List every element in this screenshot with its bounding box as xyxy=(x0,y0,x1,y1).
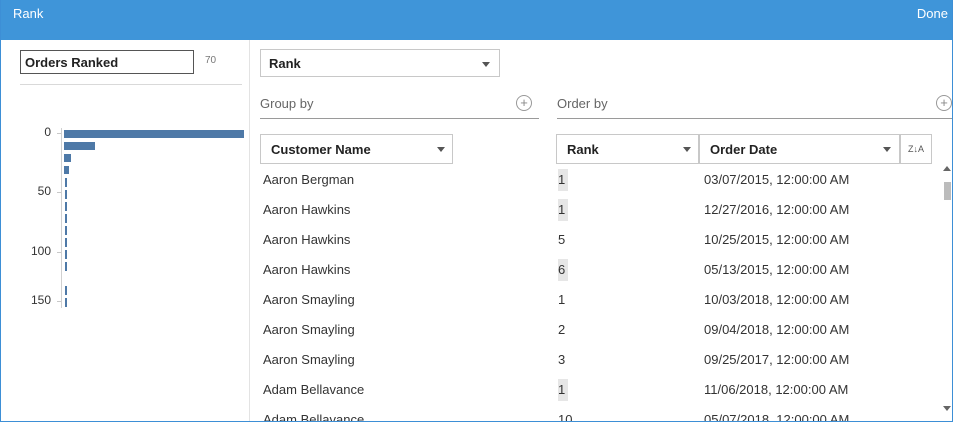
axis-tick xyxy=(57,301,61,302)
histogram-bar[interactable] xyxy=(64,166,69,174)
chevron-down-icon xyxy=(883,147,891,152)
rank-cell: 6 xyxy=(558,259,568,281)
group-by-label: Group by xyxy=(260,96,314,111)
dialog-title: Rank xyxy=(13,6,44,21)
histogram-bar[interactable] xyxy=(65,226,67,235)
rank-cell: 3 xyxy=(558,352,566,367)
histogram-bar[interactable] xyxy=(64,130,244,138)
vertical-scrollbar[interactable] xyxy=(941,166,952,416)
group-by-field-label: Customer Name xyxy=(271,142,371,157)
chevron-down-icon xyxy=(683,147,691,152)
axis-tick xyxy=(57,192,61,193)
list-item: Aaron Hawkins xyxy=(263,202,351,217)
order-by-label: Order by xyxy=(557,96,608,111)
add-group-by-icon[interactable]: + xyxy=(516,95,532,111)
sort-descending-icon[interactable]: Z↓A xyxy=(900,134,932,164)
chevron-down-icon xyxy=(482,62,490,67)
divider xyxy=(260,118,539,119)
rank-cell: 1 xyxy=(558,169,568,191)
character-count: 70 xyxy=(205,55,217,66)
order-date-cell: 10/03/2018, 12:00:00 AM xyxy=(704,292,850,307)
histogram-bar[interactable] xyxy=(65,178,67,187)
chevron-down-icon xyxy=(437,147,445,152)
rank-column-header[interactable]: Rank xyxy=(556,134,699,164)
add-order-by-icon[interactable]: + xyxy=(936,95,952,111)
axis-tick xyxy=(57,133,61,134)
histogram-bar[interactable] xyxy=(65,250,67,259)
divider xyxy=(20,84,242,85)
order-date-cell: 09/04/2018, 12:00:00 AM xyxy=(704,322,850,337)
list-item: Aaron Hawkins xyxy=(263,262,351,277)
histogram-bar[interactable] xyxy=(65,286,67,295)
panel-divider xyxy=(249,40,250,421)
scroll-up-icon[interactable] xyxy=(943,166,951,171)
list-item: Adam Bellavance xyxy=(263,412,365,422)
list-item: Adam Bellavance xyxy=(263,382,365,397)
histogram-bar[interactable] xyxy=(65,298,67,307)
rank-column-label: Rank xyxy=(567,142,599,157)
order-date-cell: 05/13/2015, 12:00:00 AM xyxy=(704,262,850,277)
rank-type-value: Rank xyxy=(269,56,301,71)
list-item: Aaron Smayling xyxy=(263,322,355,337)
list-item: Aaron Smayling xyxy=(263,292,355,307)
list-item: Aaron Smayling xyxy=(263,352,355,367)
histogram-bar[interactable] xyxy=(65,238,67,247)
axis-tick xyxy=(57,252,61,253)
rank-cell: 2 xyxy=(558,322,566,337)
list-item: Aaron Bergman xyxy=(263,172,355,187)
rank-dialog: Rank Done 70 0 50 100 150 Rank Gr xyxy=(0,0,953,422)
scroll-thumb[interactable] xyxy=(944,182,951,200)
histogram-bar[interactable] xyxy=(65,262,67,271)
histogram-bar[interactable] xyxy=(65,190,67,199)
order-date-cell: 10/25/2015, 12:00:00 AM xyxy=(704,232,850,247)
order-date-cell: 11/06/2018, 12:00:00 AM xyxy=(704,382,849,397)
axis-tick-label: 100 xyxy=(30,244,51,258)
order-date-cell: 03/07/2015, 12:00:00 AM xyxy=(704,172,850,187)
rank-cell: 1 xyxy=(558,379,568,401)
group-by-field-dropdown[interactable]: Customer Name xyxy=(260,134,453,164)
axis-tick-label: 50 xyxy=(37,184,51,198)
divider xyxy=(557,118,952,119)
list-item: Aaron Hawkins xyxy=(263,232,351,247)
rank-cell: 10 xyxy=(558,412,573,422)
order-date-cell: 12/27/2016, 12:00:00 AM xyxy=(704,202,850,217)
rank-cell: 1 xyxy=(558,199,568,221)
rank-cell: 1 xyxy=(558,292,566,307)
rank-cell: 5 xyxy=(558,232,566,247)
order-date-column-label: Order Date xyxy=(710,142,778,157)
histogram-axis xyxy=(61,128,62,308)
histogram-bar[interactable] xyxy=(64,142,95,150)
rank-type-dropdown[interactable]: Rank xyxy=(260,49,500,77)
axis-tick-label: 150 xyxy=(30,293,51,307)
axis-tick-label: 0 xyxy=(44,125,51,139)
scroll-down-icon[interactable] xyxy=(943,406,951,411)
order-date-column-header[interactable]: Order Date xyxy=(699,134,900,164)
title-bar: Rank Done xyxy=(1,0,952,40)
order-date-cell: 05/07/2018, 12:00:00 AM xyxy=(704,412,850,422)
done-button[interactable]: Done xyxy=(917,0,948,28)
order-date-cell: 09/25/2017, 12:00:00 AM xyxy=(704,352,850,367)
histogram-bar[interactable] xyxy=(65,214,67,223)
field-name-input[interactable] xyxy=(20,50,194,74)
histogram-bar[interactable] xyxy=(65,202,67,211)
histogram-bar[interactable] xyxy=(64,154,71,162)
